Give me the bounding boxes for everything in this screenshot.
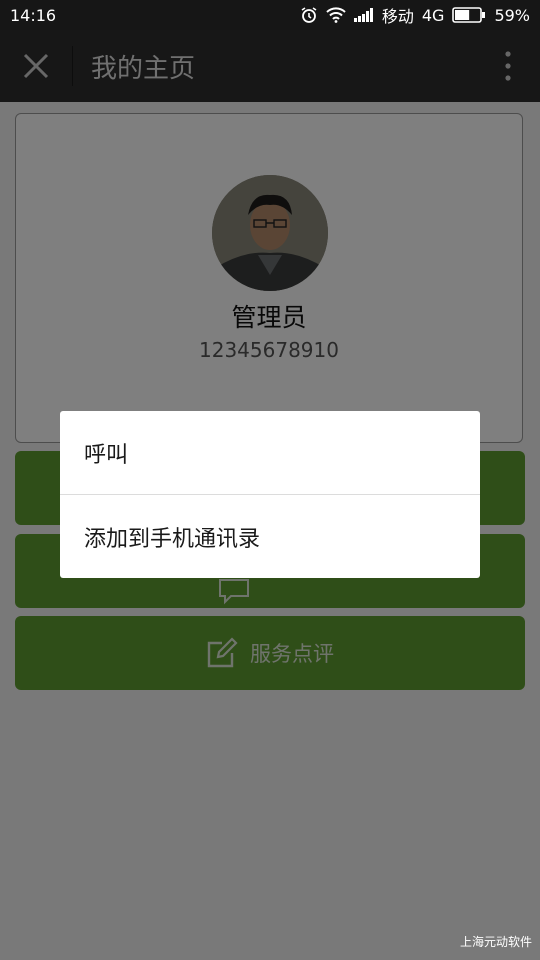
status-time: 14:16 <box>10 5 57 25</box>
status-icons: 移动 4G 59% <box>300 3 530 27</box>
call-options-dialog: 呼叫 添加到手机通讯录 <box>60 411 480 578</box>
signal-icon <box>353 8 374 22</box>
network-label: 4G <box>421 5 445 25</box>
alarm-icon <box>300 6 318 24</box>
status-bar: 14:16 移动 4G 59% <box>0 0 540 30</box>
watermark: 上海元动软件 <box>459 935 532 949</box>
battery-percent: 59% <box>494 5 530 25</box>
wifi-icon <box>326 7 346 23</box>
dialog-item-add-contact[interactable]: 添加到手机通讯录 <box>60 495 480 578</box>
carrier-label: 移动 <box>381 7 414 26</box>
dialog-item-call[interactable]: 呼叫 <box>60 411 480 494</box>
battery-icon <box>452 7 486 23</box>
